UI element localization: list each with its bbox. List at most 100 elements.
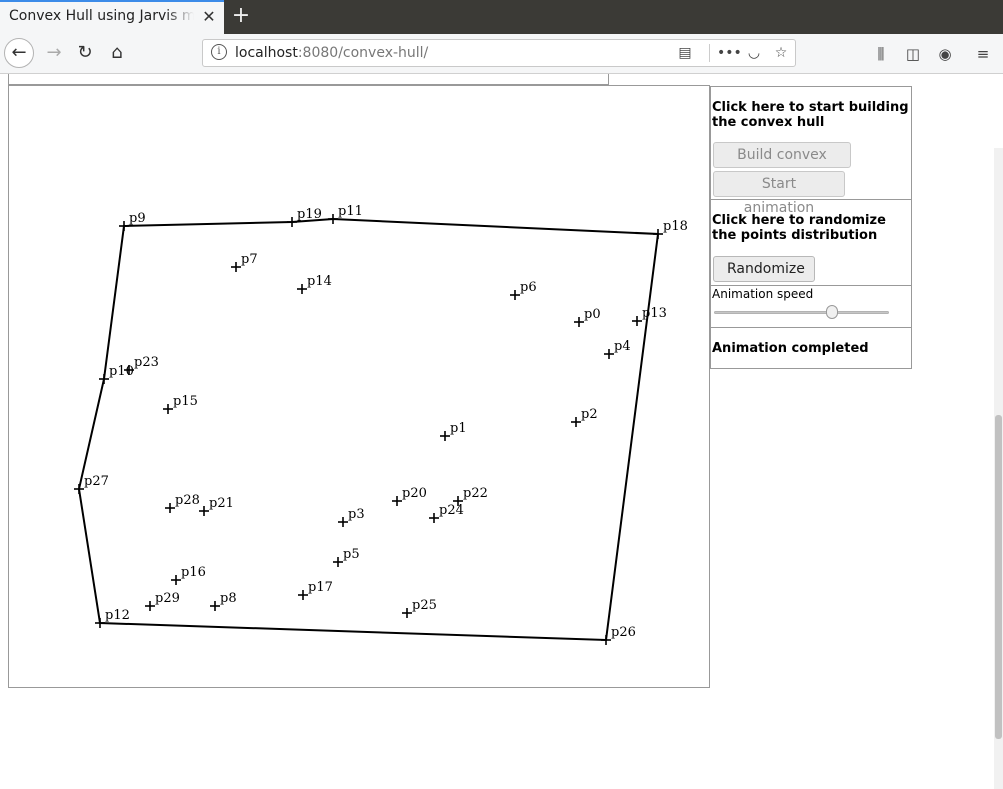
point-p26: p26: [601, 625, 636, 645]
speed-slider-thumb[interactable]: [825, 305, 838, 319]
hull-polygon: [77, 217, 660, 642]
point-label: p18: [663, 219, 688, 234]
point-label: p24: [439, 503, 464, 518]
library-icon[interactable]: ⫼: [870, 43, 892, 65]
sidebar-icon[interactable]: ◫: [902, 43, 924, 65]
point-label: p9: [129, 211, 146, 226]
point-label: p12: [105, 608, 130, 623]
point-p16: p16: [171, 565, 206, 585]
pocket-icon[interactable]: ◡: [744, 43, 764, 63]
tab-strip: Convex Hull using Jarvis march ✕ +: [0, 0, 1003, 34]
point-label: p8: [220, 591, 237, 606]
point-label: p22: [463, 486, 488, 501]
speed-label: Animation speed: [712, 287, 814, 301]
point-p4: p4: [604, 339, 631, 359]
vertical-scrollbar[interactable]: [994, 148, 1003, 789]
drawing-canvas[interactable]: p0 p1 p2 p3 p4 p5 p6 p7 p8 p9 p10 p11 p12 p13 p14 p15 p1…: [8, 85, 710, 688]
point-p5: p5: [333, 547, 360, 567]
status-text: Animation completed: [712, 341, 869, 356]
point-label: p17: [308, 580, 333, 595]
scrollbar-thumb[interactable]: [995, 415, 1002, 739]
url-host: localhost: [235, 45, 298, 61]
point-p12: p12: [95, 608, 130, 628]
point-label: p29: [155, 591, 180, 606]
navigation-toolbar: ← → ↻ ⌂ i localhost:8080/convex-hull/ ▤ …: [0, 34, 1003, 74]
tab-title: Convex Hull using Jarvis march: [9, 8, 194, 24]
speed-section: Animation speed: [711, 286, 911, 328]
status-section: Animation completed: [711, 328, 911, 368]
point-label: p2: [581, 407, 598, 422]
point-label: p14: [307, 274, 332, 289]
url-text[interactable]: localhost:8080/convex-hull/: [235, 45, 428, 61]
bookmark-star-icon[interactable]: ☆: [771, 43, 791, 63]
point-p7: p7: [231, 252, 258, 272]
point-p25: p25: [402, 598, 437, 618]
point-p23: p23: [124, 355, 159, 375]
point-label: p11: [338, 204, 363, 219]
point-label: p0: [584, 307, 601, 322]
point-label: p4: [614, 339, 631, 354]
point-label: p10: [109, 364, 134, 379]
point-p1: p1: [440, 421, 467, 441]
point-label: p19: [297, 207, 322, 222]
back-arrow-icon[interactable]: ←: [4, 38, 34, 68]
new-tab-icon[interactable]: +: [230, 4, 252, 28]
control-panel: Click here to start building the convex …: [710, 86, 912, 369]
point-label: p25: [412, 598, 437, 613]
point-p2: p2: [571, 407, 598, 427]
url-bar[interactable]: i localhost:8080/convex-hull/ ▤ ••• ◡ ☆: [202, 39, 796, 67]
point-p29: p29: [145, 591, 180, 611]
point-p24: p24: [429, 503, 464, 523]
url-path: :8080/convex-hull/: [297, 45, 429, 61]
more-actions-icon[interactable]: •••: [717, 43, 742, 63]
page-content: p0 p1 p2 p3 p4 p5 p6 p7 p8 p9 p10 p11 p12 p13 p14 p15 p1…: [0, 74, 1003, 789]
point-label: p28: [175, 493, 200, 508]
point-p17: p17: [298, 580, 333, 600]
tab-close-icon[interactable]: ✕: [200, 7, 218, 27]
point-label: p7: [241, 252, 258, 267]
point-p15: p15: [163, 394, 198, 414]
point-label: p27: [84, 474, 109, 489]
point-p18: p18: [653, 219, 688, 239]
point-label: p3: [348, 507, 365, 522]
menu-icon[interactable]: ≡: [972, 43, 994, 65]
point-p8: p8: [210, 591, 237, 611]
build-section: Click here to start building the convex …: [711, 87, 911, 216]
build-hull-button[interactable]: Build convex hull: [713, 142, 851, 187]
point-label: p15: [173, 394, 198, 409]
forward-arrow-icon[interactable]: →: [40, 39, 68, 67]
point-label: p1: [450, 421, 467, 436]
point-p20: p20: [392, 486, 427, 506]
point-p28: p28: [165, 493, 200, 513]
convex-hull-plot: p0 p1 p2 p3 p4 p5 p6 p7 p8 p9 p10 p11 p12 p13 p14 p15 p1…: [74, 204, 688, 645]
point-label: p16: [181, 565, 206, 580]
point-label: p23: [134, 355, 159, 370]
point-p21: p21: [199, 496, 234, 516]
top-frame-fragment: [8, 74, 609, 85]
home-icon[interactable]: ⌂: [103, 39, 131, 67]
point-label: p21: [209, 496, 234, 511]
tab-convex-hull[interactable]: Convex Hull using Jarvis march ✕: [0, 0, 224, 34]
build-section-title: Click here to start building the convex …: [712, 100, 909, 130]
point-p6: p6: [510, 280, 537, 300]
point-p3: p3: [338, 507, 365, 527]
point-label: p20: [402, 486, 427, 501]
point-p13: p13: [632, 306, 667, 326]
account-icon[interactable]: ◉: [934, 43, 956, 65]
point-label: p5: [343, 547, 360, 562]
point-p19: p19: [287, 207, 322, 227]
randomize-section-title: Click here to randomize the points distr…: [712, 213, 886, 243]
point-p27: p27: [74, 474, 109, 494]
point-p14: p14: [297, 274, 332, 294]
point-label: p26: [611, 625, 636, 640]
point-p0: p0: [574, 307, 601, 327]
reload-icon[interactable]: ↻: [71, 39, 99, 67]
url-separator: [709, 44, 710, 62]
point-label: p6: [520, 280, 537, 295]
site-info-icon[interactable]: i: [211, 44, 227, 60]
speed-slider[interactable]: [714, 305, 889, 319]
randomize-button[interactable]: Randomize: [713, 256, 815, 282]
randomize-section: Click here to randomize the points distr…: [711, 200, 911, 286]
start-animation-button[interactable]: Start animation: [713, 171, 845, 216]
reader-view-icon[interactable]: ▤: [675, 43, 695, 63]
